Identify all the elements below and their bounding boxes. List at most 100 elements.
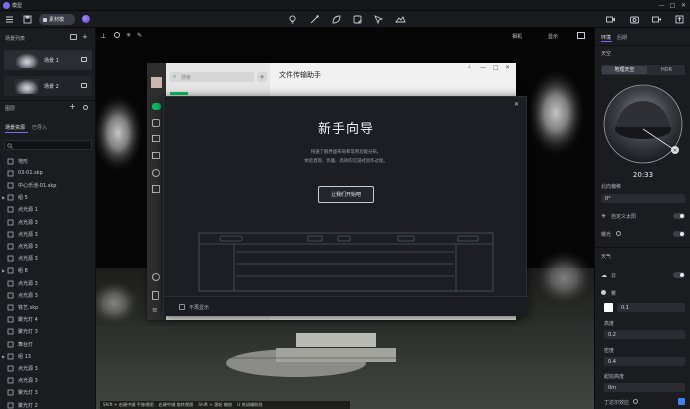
layer-tree-row[interactable]: ▶ 组 13 xyxy=(0,350,95,362)
record-icon[interactable] xyxy=(651,14,662,25)
layer-tree-row[interactable]: 点光源 3 xyxy=(0,253,95,265)
expand-caret-icon[interactable]: ▶ xyxy=(0,354,7,359)
chat-minimize-icon[interactable]: — xyxy=(480,64,486,71)
mode-selector[interactable]: 素材模 xyxy=(39,14,75,25)
info-icon[interactable] xyxy=(633,399,638,404)
sun-small-icon[interactable]: ✳ xyxy=(126,32,131,39)
folder-icon[interactable] xyxy=(152,152,160,159)
mini-program-icon[interactable] xyxy=(152,185,160,193)
exposure-toggle[interactable] xyxy=(673,231,685,237)
start-height-input[interactable]: 0m xyxy=(604,383,685,392)
layer-tree-row[interactable]: 聚光灯 3 xyxy=(0,387,95,399)
fog-color-swatch[interactable] xyxy=(604,303,613,312)
chat-close-icon[interactable]: ✕ xyxy=(505,64,510,71)
axis-icon[interactable]: ⟂ xyxy=(101,32,106,41)
display-menu[interactable]: 显示 xyxy=(548,33,558,40)
chat-icon[interactable] xyxy=(152,103,161,110)
close-icon[interactable]: ✕ xyxy=(679,1,688,10)
layer-search-input[interactable] xyxy=(4,140,92,150)
north-offset-input[interactable]: 0° xyxy=(601,194,685,203)
geo-sky-tab[interactable]: 地理天空 xyxy=(602,66,647,74)
layer-tree-row[interactable]: 舞台灯 xyxy=(0,338,95,350)
leaf-icon[interactable] xyxy=(331,14,342,25)
ai-assistant-icon[interactable] xyxy=(82,15,90,23)
info-icon[interactable] xyxy=(616,231,621,236)
more-menu-icon[interactable]: ≡ xyxy=(152,307,158,314)
phone-icon[interactable] xyxy=(152,291,159,300)
favorites-icon[interactable] xyxy=(152,135,160,142)
chat-search-input[interactable]: ⌕ 搜索 xyxy=(170,72,254,82)
tab-imported[interactable]: 已导入 xyxy=(32,124,47,131)
start-guide-button[interactable]: 让我们开始吧 xyxy=(318,186,374,203)
layer-tree-row[interactable]: 中心乐池-01.skp xyxy=(0,179,95,191)
tool-wand-icon[interactable] xyxy=(309,14,320,25)
layer-tree-row[interactable]: 点光源 1 xyxy=(0,204,95,216)
cloud-toggle[interactable] xyxy=(673,272,685,278)
pin-icon[interactable]: ⊥ xyxy=(467,64,471,70)
add-scene-icon[interactable]: + xyxy=(82,33,88,41)
terrain-icon[interactable] xyxy=(395,14,406,25)
expand-caret-icon[interactable]: ▶ xyxy=(0,195,7,200)
onboarding-dialog: ✕ 新手向导 快速了解界面布局和常用功能分布。 体验直观、优雅、高效的沉浸式创作… xyxy=(163,96,528,316)
scene-card-2[interactable]: 场景 2 xyxy=(4,76,92,96)
moments-icon[interactable] xyxy=(152,169,160,177)
layer-settings-icon[interactable] xyxy=(83,105,88,110)
scene-camera-icon[interactable] xyxy=(81,57,87,62)
contacts-icon[interactable] xyxy=(152,119,160,127)
publish-icon[interactable] xyxy=(674,14,685,25)
light-bulb-icon[interactable] xyxy=(287,14,298,25)
save-icon[interactable] xyxy=(22,14,33,25)
tab-scene-resources[interactable]: 场景资源 xyxy=(5,124,25,131)
layer-tree-row[interactable]: 聚光灯 2 xyxy=(0,399,95,409)
sticker-icon[interactable] xyxy=(352,14,363,25)
layer-tree-row[interactable]: 聚光灯 4 xyxy=(0,314,95,326)
custom-sun-toggle[interactable] xyxy=(673,213,685,219)
layer-tree-row[interactable]: 点光源 3 xyxy=(0,240,95,252)
hdr-tab[interactable]: HDR xyxy=(649,66,684,74)
new-chat-button[interactable]: + xyxy=(257,72,267,82)
guide-close-icon[interactable]: ✕ xyxy=(514,101,519,108)
layer-tree-row[interactable]: 点光源 3 xyxy=(0,289,95,301)
fog-value-input[interactable]: 0.1 xyxy=(617,303,685,312)
orbit-icon[interactable] xyxy=(114,32,120,38)
pointer-tool-icon[interactable] xyxy=(373,14,384,25)
fullscreen-icon[interactable] xyxy=(577,32,585,39)
density-input[interactable]: 0.4 xyxy=(604,357,685,366)
add-layer-icon[interactable]: + xyxy=(69,102,76,111)
layer-tree-row[interactable]: 铁艺.skp xyxy=(0,301,95,313)
fog-light-checkbox[interactable] xyxy=(678,398,685,405)
maximize-icon[interactable]: □ xyxy=(668,1,677,10)
layer-tree-row[interactable]: 地形 xyxy=(0,155,95,167)
menu-icon[interactable] xyxy=(4,14,15,25)
right-panel: 环境 后期 天空 地理天空 HDR ✕ 20:33 北向偏移 0° ✳ 自定义太… xyxy=(594,28,690,409)
layer-tree-row[interactable]: 03-01.skp xyxy=(0,167,95,179)
layer-tree-row[interactable]: ▶ 组 5 xyxy=(0,192,95,204)
minimize-icon[interactable]: — xyxy=(657,1,666,10)
avatar[interactable] xyxy=(151,77,162,88)
camera-menu[interactable]: 相机 xyxy=(512,33,522,40)
pen-icon[interactable]: ✎ xyxy=(137,32,142,39)
chat-maximize-icon[interactable]: □ xyxy=(493,64,499,71)
layer-tree-row[interactable]: 点光源 3 xyxy=(0,375,95,387)
layer-item-label: 点光源 3 xyxy=(18,292,38,299)
expand-caret-icon[interactable]: ▶ xyxy=(0,268,7,273)
density-label: 密度 xyxy=(604,348,615,354)
scene-card-1[interactable]: 场景 1 xyxy=(4,50,92,70)
video-icon[interactable] xyxy=(605,14,616,25)
height-input[interactable]: 0.2 xyxy=(604,330,685,339)
layer-tree-row[interactable]: 点光源 3 xyxy=(0,277,95,289)
layer-tree-row[interactable]: 点光源 3 xyxy=(0,216,95,228)
tab-environment[interactable]: 环境 xyxy=(601,34,611,41)
sun-position-dial[interactable]: ✕ xyxy=(603,83,683,165)
layer-tree-row[interactable]: ▶ 组 8 xyxy=(0,265,95,277)
layer-tree-row[interactable]: 点光源 3 xyxy=(0,228,95,240)
layer-tree-row[interactable]: 点光源 3 xyxy=(0,362,95,374)
tab-post-processing[interactable]: 后期 xyxy=(617,34,627,41)
dont-show-checkbox[interactable] xyxy=(179,304,185,310)
miniapp-icon[interactable] xyxy=(152,273,160,281)
camera-icon[interactable] xyxy=(629,14,640,25)
layer-tree-row[interactable]: 聚光灯 3 xyxy=(0,326,95,338)
left-panel: 场景列表 + 场景 1 场景 2 图层 + 场景资源 已导入 地形 03-01.s… xyxy=(0,28,96,409)
scene-screenshot-icon[interactable] xyxy=(70,34,77,40)
scene-camera-icon[interactable] xyxy=(81,83,87,88)
